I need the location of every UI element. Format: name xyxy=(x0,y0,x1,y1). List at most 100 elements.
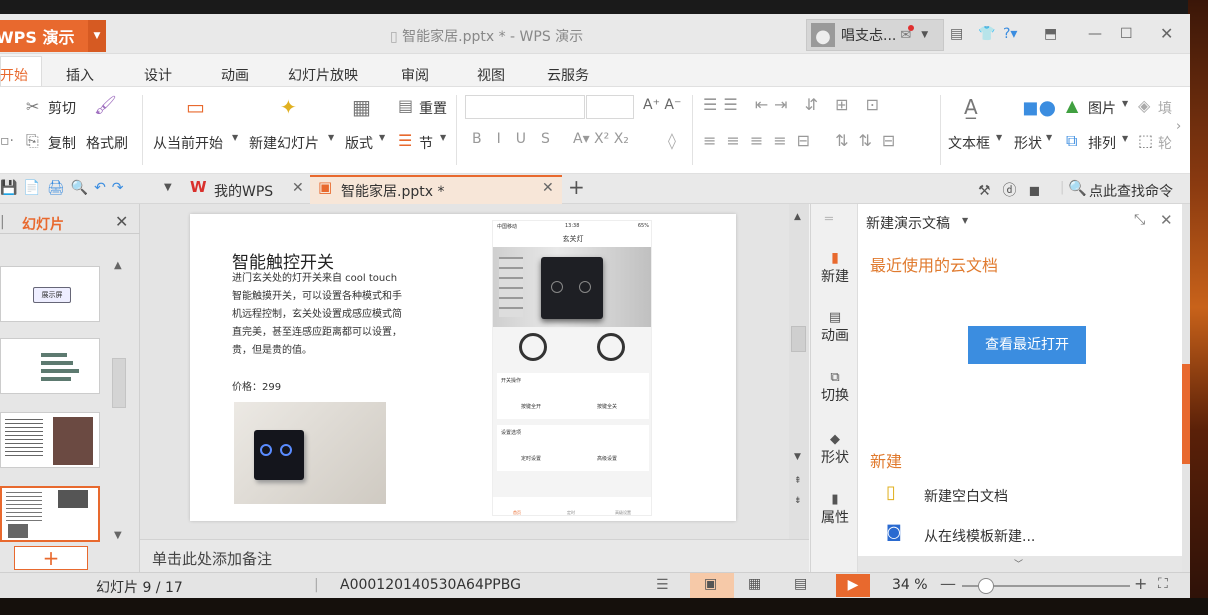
command-search[interactable]: 点此查找命令 xyxy=(1089,181,1173,201)
notes-toggle-icon[interactable]: ☰ xyxy=(656,577,669,593)
close-icon[interactable]: ✕ xyxy=(1160,211,1173,229)
tab-my-wps[interactable]: 我的WPS xyxy=(214,181,273,201)
cut-button[interactable]: 剪切 xyxy=(48,98,76,118)
picture-button[interactable]: 图片 xyxy=(1088,98,1116,118)
play-slideshow-button[interactable]: ▶ xyxy=(836,574,870,597)
format-painter-button[interactable]: 格式刷 xyxy=(86,133,128,153)
restore-up-icon[interactable]: ⬒ xyxy=(1044,26,1057,42)
view-recent-button[interactable]: 查看最近打开 xyxy=(968,326,1086,364)
menu-tab-home[interactable]: 开始 xyxy=(0,65,28,85)
clear-format-icon[interactable]: ◊ xyxy=(668,131,676,150)
font-color-icon[interactable]: A▾ X² X₂ xyxy=(573,131,629,147)
slideshow-play-icon: ▭ xyxy=(186,95,205,119)
minimize-icon[interactable]: — xyxy=(1088,26,1102,42)
slides-tab[interactable]: 幻灯片 xyxy=(22,214,64,234)
menu-tab-animation[interactable]: 动画 xyxy=(221,65,249,85)
slide-thumbnail[interactable]: 展示屏 xyxy=(0,266,100,322)
wps-window: WPS 演示 ▼ ▯ 智能家居.pptx * - WPS 演示 ● 唱支忐...… xyxy=(0,14,1190,598)
close-icon[interactable]: ✕ xyxy=(115,212,128,231)
zoom-in-icon[interactable]: + xyxy=(1134,574,1147,593)
menu-tab-cloud[interactable]: 云服务 xyxy=(547,65,589,85)
menu-tab-slideshow[interactable]: 幻灯片放映 xyxy=(288,65,358,85)
slide-sorter-icon[interactable]: ▦ xyxy=(748,576,761,592)
skin-icon[interactable]: ▤ xyxy=(950,26,963,42)
text-box-button[interactable]: 文本框 xyxy=(948,133,990,153)
menu-tab-design[interactable]: 设计 xyxy=(144,65,172,85)
shirt-icon[interactable]: 👕 xyxy=(978,26,995,42)
window-title: ▯ 智能家居.pptx * - WPS 演示 xyxy=(390,29,584,45)
new-heading: 新建 xyxy=(870,452,903,471)
side-tab-new[interactable]: ▮ 新建 xyxy=(811,250,859,286)
layout-button[interactable]: 版式 xyxy=(345,133,373,153)
grow-font-icon[interactable]: A⁺ A⁻ xyxy=(643,97,681,113)
copy-button[interactable]: 复制 xyxy=(48,133,76,153)
reset-icon: ▤ xyxy=(398,96,414,115)
chevron-down-icon[interactable]: ▼ xyxy=(962,216,968,225)
panel-scrollbar[interactable]: ﹀ xyxy=(858,556,1183,572)
section-button[interactable]: 节 xyxy=(419,133,433,153)
switch-photo[interactable] xyxy=(234,402,386,504)
fill-button[interactable]: 填 xyxy=(1158,98,1172,118)
side-tab-transition[interactable]: ⧉ 切换 xyxy=(811,370,859,405)
outline-tab[interactable]: | xyxy=(0,214,5,230)
wps-menu-button[interactable]: WPS 演示 ▼ xyxy=(0,20,106,52)
paste-label[interactable]: ▫· xyxy=(0,133,14,149)
menu-tab-view[interactable]: 视图 xyxy=(477,65,505,85)
outline-button[interactable]: 轮 xyxy=(1158,133,1172,153)
add-slide-button[interactable]: + xyxy=(14,546,88,570)
maximize-icon[interactable]: ☐ xyxy=(1120,26,1133,42)
format-painter-icon[interactable]: 🖌 xyxy=(94,95,117,116)
close-icon[interactable]: ✕ xyxy=(542,180,554,196)
font-name-combo[interactable] xyxy=(465,95,585,119)
tab-document[interactable]: 智能家居.pptx * xyxy=(341,181,444,201)
menu-tab-review[interactable]: 审阅 xyxy=(401,65,429,85)
slide-thumbnail[interactable] xyxy=(0,412,100,468)
slide-thumbnail-selected[interactable] xyxy=(0,486,100,542)
app-screenshot[interactable]: 中国移动 13:38 65% 玄关灯 开关操作 按键全开 按键全关 设置选项 定… xyxy=(492,220,652,516)
align-icons[interactable]: ≡≡≡≡⊟ ⇅⇅⊟ xyxy=(703,131,905,150)
notes-pane[interactable]: 单击此处添加备注 xyxy=(140,539,809,572)
slide-body-text[interactable]: 进门玄关处的灯开关来自 cool touch 智能触摸开关，可以设置各种模式和手… xyxy=(232,270,408,360)
recent-cloud-heading: 最近使用的云文档 xyxy=(870,256,999,275)
help-icon[interactable]: ?▾ xyxy=(1003,26,1017,42)
from-current-button[interactable]: 从当前开始 xyxy=(153,133,223,153)
menu-tab-insert[interactable]: 插入 xyxy=(66,65,94,85)
chevron-down-icon[interactable]: ▼ xyxy=(164,182,172,193)
task-pane-tabs: ═ ▮ 新建 ▤ 动画 ⧉ 切换 ◆ 形状 ▮ 属性 xyxy=(810,204,858,572)
zoom-slider-track[interactable] xyxy=(962,578,1130,594)
new-from-template-link[interactable]: 从在线模板新建... xyxy=(924,526,1035,546)
reset-button[interactable]: 重置 xyxy=(419,98,447,118)
font-style-buttons[interactable]: BIUS xyxy=(472,131,565,147)
zoom-slider-thumb[interactable] xyxy=(978,578,995,594)
slide-thumbnail[interactable] xyxy=(0,338,100,394)
avatar: ● xyxy=(811,23,835,47)
editor-scrollbar[interactable]: ▲ ▼ ⇞ ⇟ xyxy=(789,204,809,539)
ribbon-scroll-right-icon[interactable]: › xyxy=(1176,119,1181,134)
new-slide-button[interactable]: 新建幻灯片 xyxy=(249,133,319,153)
slide-canvas[interactable]: 智能触控开关 进门玄关处的灯开关来自 cool touch 智能触摸开关，可以设… xyxy=(190,214,736,521)
document-icon: ▯ xyxy=(390,29,403,45)
quick-access-toolbar[interactable]: 💾📄🖨🔍↶↷ xyxy=(0,180,130,196)
close-icon[interactable]: ✕ xyxy=(1160,24,1173,43)
side-tab-properties[interactable]: ▮ 属性 xyxy=(811,492,859,527)
fit-window-icon[interactable]: ⛶ xyxy=(1158,576,1168,592)
reading-view-icon[interactable]: ▤ xyxy=(794,576,807,592)
tab-toolbar-icons[interactable]: ⚒ⓓ◼ xyxy=(978,180,1052,200)
normal-view-button[interactable]: ▣ xyxy=(690,573,734,598)
font-size-combo[interactable] xyxy=(586,95,634,119)
slide-price[interactable]: 价格：299 xyxy=(232,378,281,393)
list-icons[interactable]: ☰☰ ⇤⇥ ⇵ ⊞ ⊡ xyxy=(703,95,885,114)
side-tab-animation[interactable]: ▤ 动画 xyxy=(811,310,859,345)
collapse-icon[interactable]: ⤡ xyxy=(1134,212,1145,228)
panel-title[interactable]: 新建演示文稿 xyxy=(866,213,950,233)
slides-scrollbar[interactable]: ▲ ▼ xyxy=(110,258,132,544)
arrange-button[interactable]: 排列 xyxy=(1088,133,1116,153)
side-tab-shape[interactable]: ◆ 形状 xyxy=(811,432,859,467)
new-blank-link[interactable]: 新建空白文档 xyxy=(924,486,1008,506)
arrange-icon: ⧉ xyxy=(1066,131,1078,150)
add-tab-icon[interactable]: + xyxy=(568,175,585,199)
zoom-out-icon[interactable]: — xyxy=(940,574,956,593)
close-icon[interactable]: ✕ xyxy=(292,180,304,196)
user-account[interactable]: ● 唱支忐... ✉ ▼ xyxy=(806,19,944,51)
shape-button[interactable]: 形状 xyxy=(1014,133,1042,153)
